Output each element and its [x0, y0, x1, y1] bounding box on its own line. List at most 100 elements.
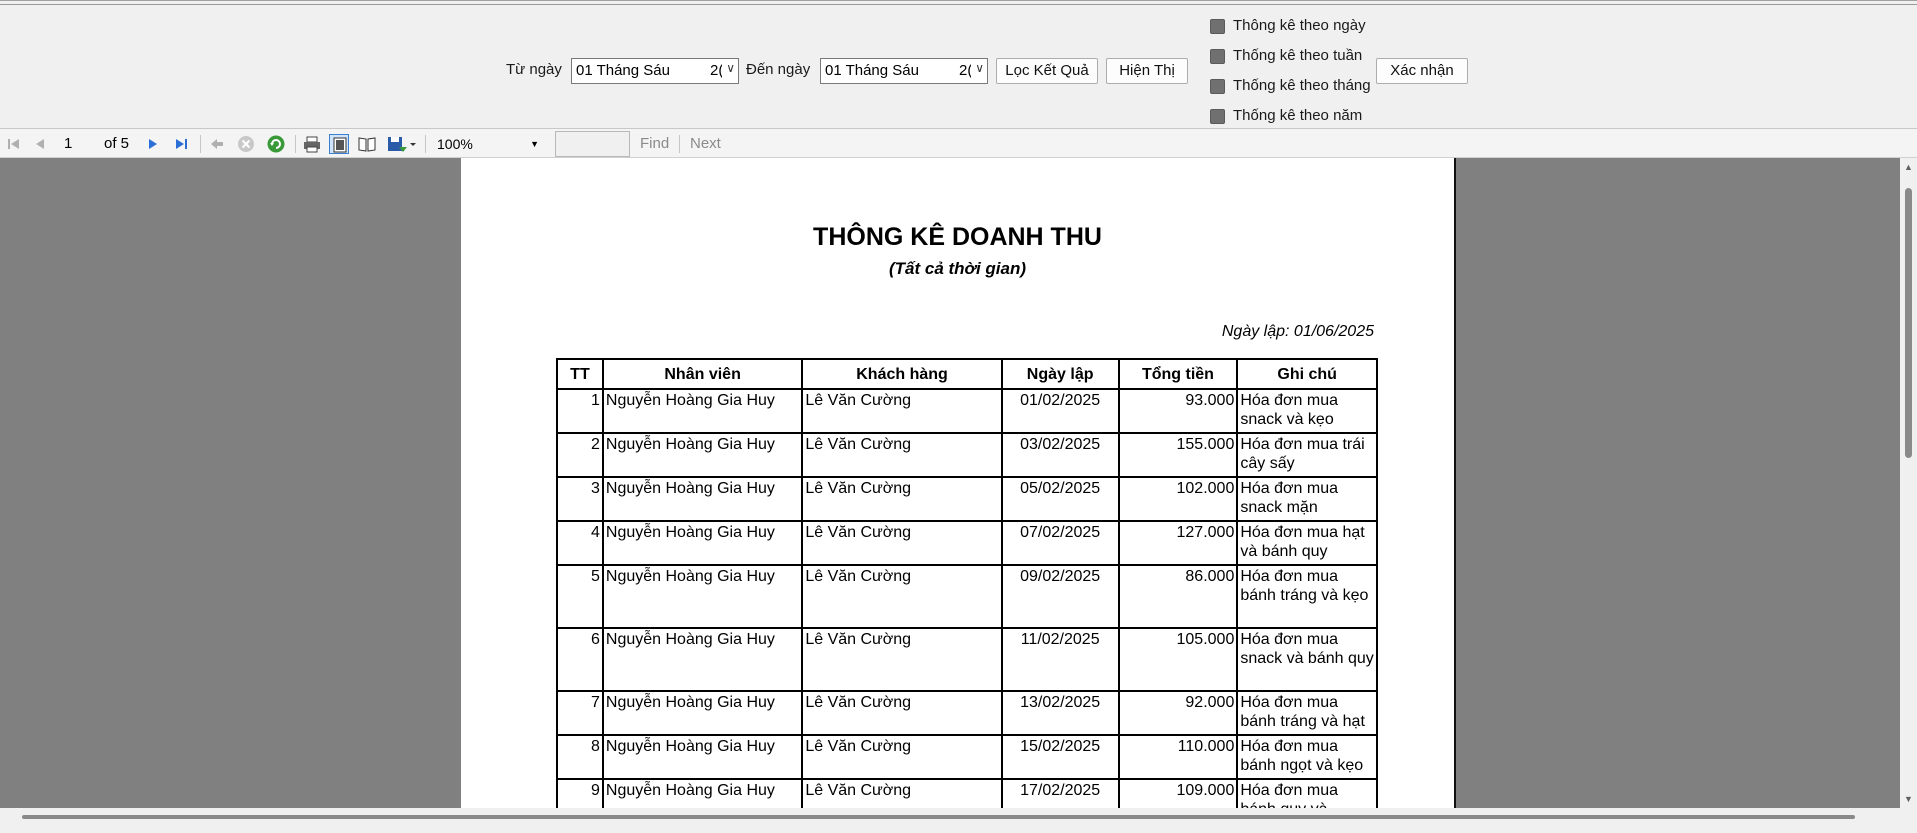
refresh-icon[interactable]	[266, 134, 286, 154]
row-number: 5	[556, 564, 604, 629]
checkbox-box[interactable]	[1210, 49, 1225, 64]
show-button[interactable]: Hiện Thị	[1106, 58, 1188, 84]
total-cell: 92.000	[1117, 690, 1239, 736]
scrollbar-thumb[interactable]	[1905, 188, 1912, 458]
column-header: TT	[556, 358, 604, 390]
back-icon[interactable]	[207, 134, 227, 154]
employee-cell: Nguyễn Hoàng Gia Huy	[601, 476, 804, 522]
row-number: 2	[556, 432, 604, 478]
employee-cell: Nguyễn Hoàng Gia Huy	[601, 564, 804, 629]
chevron-down-icon[interactable]: ▼	[530, 134, 539, 155]
page-setup-icon[interactable]	[357, 134, 377, 154]
chevron-down-icon[interactable]: ∨	[726, 61, 735, 75]
from-date-year: 2(	[710, 62, 722, 79]
checkbox-label: Thống kê theo năm	[1233, 107, 1363, 124]
find-link[interactable]: Find	[640, 134, 669, 154]
note-cell: Hóa đơn mua trái cây sấy	[1236, 432, 1378, 478]
checkbox-monthly-stats[interactable]: Thống kê theo tháng	[1210, 75, 1380, 97]
column-header: Khách hàng	[801, 358, 1003, 390]
note-cell: Hóa đơn mua bánh ngọt và kẹo	[1236, 734, 1378, 780]
total-cell: 109.000	[1117, 778, 1239, 808]
scroll-up-icon[interactable]: ▲	[1904, 162, 1913, 172]
employee-cell: Nguyễn Hoàng Gia Huy	[601, 388, 804, 434]
table-row: 3 Nguyễn Hoàng Gia Huy Lê Văn Cường 05/0…	[556, 476, 1378, 522]
employee-cell: Nguyễn Hoàng Gia Huy	[601, 432, 804, 478]
column-header: Ngày lập	[1000, 358, 1120, 390]
row-number: 8	[556, 734, 604, 780]
to-date-label: Đến ngày	[746, 61, 811, 78]
confirm-button[interactable]: Xác nhận	[1376, 58, 1468, 84]
from-date-picker[interactable]: 01 Tháng Sáu 2( ∨	[571, 58, 739, 84]
employee-cell: Nguyễn Hoàng Gia Huy	[601, 627, 804, 692]
checkbox-yearly-stats[interactable]: Thống kê theo năm	[1210, 105, 1380, 127]
checkbox-label: Thống kê theo tuần	[1233, 47, 1363, 64]
customer-cell: Lê Văn Cường	[801, 778, 1003, 808]
page-number-input[interactable]: 1	[64, 134, 100, 154]
export-icon[interactable]	[386, 134, 418, 154]
note-cell: Hóa đơn mua bánh tráng và kẹo	[1236, 564, 1378, 629]
total-cell: 86.000	[1117, 564, 1239, 629]
row-number: 7	[556, 690, 604, 736]
total-cell: 93.000	[1117, 388, 1239, 434]
zoom-value: 100%	[437, 136, 473, 152]
date-cell: 01/02/2025	[1000, 388, 1120, 434]
note-cell: Hóa đơn mua snack mặn	[1236, 476, 1378, 522]
employee-cell: Nguyễn Hoàng Gia Huy	[601, 690, 804, 736]
print-icon[interactable]	[302, 134, 322, 154]
chevron-down-icon[interactable]: ∨	[975, 61, 984, 75]
table-row: 5 Nguyễn Hoàng Gia Huy Lê Văn Cường 09/0…	[556, 564, 1378, 629]
table-row: 7 Nguyễn Hoàng Gia Huy Lê Văn Cường 13/0…	[556, 690, 1378, 736]
date-cell: 13/02/2025	[1000, 690, 1120, 736]
filter-bar: Từ ngày 01 Tháng Sáu 2( ∨ Đến ngày 01 Th…	[0, 4, 1917, 128]
checkbox-weekly-stats[interactable]: Thống kê theo tuần	[1210, 45, 1380, 67]
find-input[interactable]	[555, 131, 630, 157]
print-layout-icon[interactable]	[329, 134, 349, 154]
vertical-scrollbar[interactable]: ▲ ▼	[1900, 158, 1917, 808]
checkbox-box[interactable]	[1210, 19, 1225, 34]
note-cell: Hóa đơn mua bánh tráng và hạt	[1236, 690, 1378, 736]
to-date-year: 2(	[959, 62, 971, 79]
date-cell: 07/02/2025	[1000, 520, 1120, 566]
customer-cell: Lê Văn Cường	[801, 690, 1003, 736]
total-cell: 105.000	[1117, 627, 1239, 692]
column-header: Nhân viên	[601, 358, 804, 390]
zoom-select[interactable]: 100% ▼	[433, 134, 543, 155]
customer-cell: Lê Văn Cường	[801, 734, 1003, 780]
scroll-down-icon[interactable]: ▼	[1904, 794, 1913, 804]
toolbar-divider	[679, 135, 680, 153]
report-window: Từ ngày 01 Tháng Sáu 2( ∨ Đến ngày 01 Th…	[0, 0, 1917, 833]
previous-page-icon[interactable]	[30, 134, 50, 154]
report-toolbar: 1 of 5 100% ▼ Find Next	[0, 128, 1917, 158]
total-cell: 127.000	[1117, 520, 1239, 566]
table-row: 9 Nguyễn Hoàng Gia Huy Lê Văn Cường 17/0…	[556, 778, 1378, 808]
column-header: Ghi chú	[1236, 358, 1378, 390]
checkbox-daily-stats[interactable]: Thông kê theo ngày	[1210, 15, 1380, 37]
horizontal-scrollbar[interactable]	[0, 808, 1900, 826]
checkbox-box[interactable]	[1210, 79, 1225, 94]
filter-results-button[interactable]: Lọc Kết Quả	[996, 58, 1098, 84]
next-page-icon[interactable]	[143, 134, 163, 154]
to-date-picker[interactable]: 01 Tháng Sáu 2( ∨	[820, 58, 988, 84]
scrollbar-thumb[interactable]	[22, 815, 1855, 819]
date-cell: 15/02/2025	[1000, 734, 1120, 780]
last-page-icon[interactable]	[171, 134, 191, 154]
table-row: 2 Nguyễn Hoàng Gia Huy Lê Văn Cường 03/0…	[556, 432, 1378, 478]
row-number: 6	[556, 627, 604, 692]
date-cell: 11/02/2025	[1000, 627, 1120, 692]
stop-icon[interactable]	[236, 134, 256, 154]
report-page: THÔNG KÊ DOANH THU (Tất cả thời gian) Ng…	[461, 158, 1456, 808]
from-date-value: 01 Tháng Sáu	[576, 62, 670, 79]
total-cell: 110.000	[1117, 734, 1239, 780]
find-next-link[interactable]: Next	[690, 134, 721, 154]
from-date-label: Từ ngày	[506, 61, 562, 78]
first-page-icon[interactable]	[4, 134, 24, 154]
date-cell: 17/02/2025	[1000, 778, 1120, 808]
note-cell: Hóa đơn mua hạt và bánh quy	[1236, 520, 1378, 566]
checkbox-label: Thông kê theo ngày	[1233, 17, 1366, 34]
row-number: 1	[556, 388, 604, 434]
report-title: THÔNG KÊ DOANH THU	[813, 223, 1102, 251]
customer-cell: Lê Văn Cường	[801, 432, 1003, 478]
table-row: 6 Nguyễn Hoàng Gia Huy Lê Văn Cường 11/0…	[556, 627, 1378, 692]
table-row: 8 Nguyễn Hoàng Gia Huy Lê Văn Cường 15/0…	[556, 734, 1378, 780]
checkbox-box[interactable]	[1210, 109, 1225, 124]
